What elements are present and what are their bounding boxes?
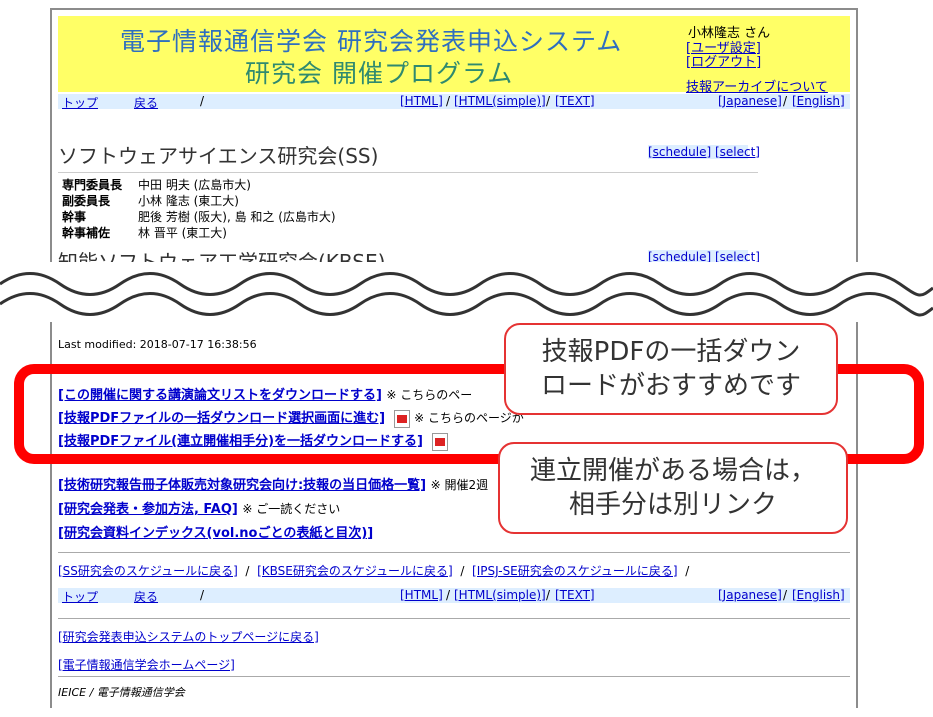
index-row: [研究会資料インデックス(vol.noごとの表紙と目次)] <box>58 522 373 541</box>
divider <box>58 552 850 553</box>
ss-schedule-link[interactable]: [SS研究会のスケジュールに戻る] <box>58 564 238 578</box>
archive-info-link[interactable]: 技報アーカイブについて <box>686 76 828 95</box>
nav-separator: / <box>546 94 551 108</box>
divider <box>58 676 850 677</box>
ipsj-schedule-link[interactable]: [IPSJ-SE研究会のスケジュールに戻る] <box>472 564 678 578</box>
price-list-link[interactable]: [技術研究報告冊子体販売対象研究会向け:技報の当日価格一覧] <box>58 478 426 493</box>
english-link[interactable]: [English] <box>792 588 845 602</box>
copyright: IEICE / 電子情報通信学会 <box>58 686 185 699</box>
nav-bar-bottom: トップ 戻る / [HTML] / [HTML(simple)] / [TEXT… <box>58 588 850 605</box>
nav-top-link[interactable]: トップ <box>62 588 98 605</box>
role-label: 専門委員長 <box>62 178 123 192</box>
nav-bar-top: トップ 戻る / [HTML] / [HTML(simple)] / [TEXT… <box>58 94 850 111</box>
html-simple-link[interactable]: [HTML(simple)] <box>454 588 546 602</box>
html-simple-link[interactable]: [HTML(simple)] <box>454 94 546 108</box>
faq-link[interactable]: [研究会発表・参加方法, FAQ] <box>58 502 238 517</box>
html-link[interactable]: [HTML] <box>400 94 443 108</box>
committee-title-ss: ソフトウェアサイエンス研究会(SS) <box>58 144 379 168</box>
nav-separator: / <box>446 588 451 602</box>
system-top-row: [研究会発表申込システムのトップページに戻る] <box>58 628 319 645</box>
nav-separator: / <box>200 94 205 108</box>
html-link[interactable]: [HTML] <box>400 588 443 602</box>
nav-separator: / <box>783 588 788 602</box>
role-label: 幹事補佐 <box>62 226 111 240</box>
nav-separator: / <box>783 94 788 108</box>
divider <box>58 618 850 619</box>
price-list-row: [技術研究報告冊子体販売対象研究会向け:技報の当日価格一覧] ※ 開催2週 <box>58 474 488 493</box>
separator: / <box>245 564 250 578</box>
program-title: 研究会 開催プログラム <box>245 59 514 88</box>
nav-separator: / <box>200 588 205 602</box>
role-label: 副委員長 <box>62 194 111 208</box>
ieice-home-link[interactable]: [電子情報通信学会ホームページ] <box>58 658 235 672</box>
nav-back-link[interactable]: 戻る <box>134 588 158 605</box>
role-member: 林 晋平 (東工大) <box>138 226 227 240</box>
select-link[interactable]: [select] <box>715 145 760 159</box>
kbse-schedule-link[interactable]: [KBSE研究会のスケジュールに戻る] <box>257 564 453 578</box>
role-member: 中田 明夫 (広島市大) <box>138 178 251 192</box>
text-link[interactable]: [TEXT] <box>555 588 595 602</box>
japanese-link[interactable]: [Japanese] <box>718 94 782 108</box>
faq-row: [研究会発表・参加方法, FAQ] ※ ご一読ください <box>58 498 340 517</box>
japanese-link[interactable]: [Japanese] <box>718 588 782 602</box>
callout-recommend: 技報PDFの一括ダウンロードがおすすめです <box>504 323 838 415</box>
index-link[interactable]: [研究会資料インデックス(vol.noごとの表紙と目次)] <box>58 526 373 541</box>
committee-links-ss: [schedule] [select] <box>648 145 760 159</box>
english-link[interactable]: [English] <box>792 94 845 108</box>
separator: / <box>460 564 465 578</box>
nav-separator: / <box>446 94 451 108</box>
nav-back-link[interactable]: 戻る <box>134 94 158 111</box>
role-member: 肥後 芳樹 (阪大), 島 和之 (広島市大) <box>138 210 336 224</box>
text-link[interactable]: [TEXT] <box>555 94 595 108</box>
schedule-link[interactable]: [schedule] <box>648 145 711 159</box>
nav-top-link[interactable]: トップ <box>62 94 98 111</box>
separator: / <box>685 564 690 578</box>
system-title: 電子情報通信学会 研究会発表申込システム <box>120 27 623 56</box>
faq-note: ※ ご一読ください <box>242 502 341 516</box>
divider <box>58 172 758 173</box>
ieice-home-row: [電子情報通信学会ホームページ] <box>58 656 235 673</box>
last-modified: Last modified: 2018-07-17 16:38:56 <box>58 338 257 351</box>
role-label: 幹事 <box>62 210 87 224</box>
price-list-note: ※ 開催2週 <box>430 478 489 492</box>
page-break-wave <box>0 262 933 322</box>
nav-separator: / <box>546 588 551 602</box>
system-top-link[interactable]: [研究会発表申込システムのトップページに戻る] <box>58 630 319 644</box>
schedule-links-row: [SS研究会のスケジュールに戻る] / [KBSE研究会のスケジュールに戻る] … <box>58 562 689 579</box>
role-member: 小林 隆志 (東工大) <box>138 194 239 208</box>
logout-link[interactable]: [ログアウト] <box>686 51 761 70</box>
callout-joint: 連立開催がある場合は，相手分は別リンク <box>498 442 848 534</box>
